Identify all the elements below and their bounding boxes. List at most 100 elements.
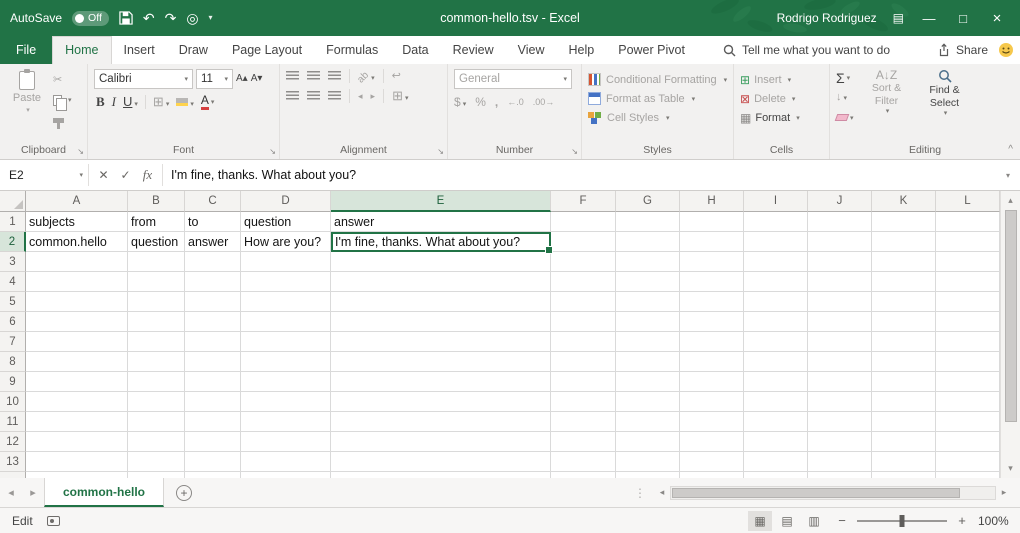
quick-access-chevron-icon[interactable]: ▾ <box>209 14 213 22</box>
cancel-entry-button[interactable]: ✕ <box>94 168 113 182</box>
column-header-f[interactable]: F <box>551 191 616 212</box>
underline-button[interactable]: U▾ <box>123 94 138 109</box>
grid-cell[interactable] <box>808 452 872 472</box>
tab-view[interactable]: View <box>506 36 557 64</box>
grid-cell[interactable] <box>808 292 872 312</box>
grid-cell[interactable] <box>241 252 331 272</box>
scroll-right-icon[interactable]: ▸ <box>996 487 1012 498</box>
grid-cell[interactable]: to <box>185 212 241 232</box>
font-size-select[interactable]: 11▾ <box>196 69 233 89</box>
font-dialog-launcher-icon[interactable]: ↘ <box>269 148 276 156</box>
grid-cell[interactable] <box>936 372 1000 392</box>
grid-cell[interactable] <box>680 452 744 472</box>
grid-cell[interactable] <box>616 292 680 312</box>
grid-cell[interactable] <box>551 412 616 432</box>
grid-cell[interactable] <box>808 352 872 372</box>
save-icon[interactable] <box>119 11 133 25</box>
zoom-level[interactable]: 100% <box>978 514 1020 528</box>
name-box[interactable]: E2 ▾ <box>0 160 88 190</box>
grid-cell[interactable] <box>128 312 185 332</box>
increase-decimal-icon[interactable]: ←.0 <box>507 97 524 107</box>
grid-cell[interactable] <box>26 352 128 372</box>
column-header-l[interactable]: L <box>936 191 1000 212</box>
zoom-in-button[interactable]: + <box>956 513 968 528</box>
align-middle-icon[interactable] <box>307 71 320 81</box>
horizontal-scrollbar-thumb[interactable] <box>672 488 960 498</box>
copy-button[interactable]: ▾ <box>51 92 74 108</box>
grid-cell[interactable] <box>680 392 744 412</box>
macro-record-icon[interactable] <box>47 516 60 526</box>
clear-button[interactable]: ▾ <box>836 109 854 126</box>
number-dialog-launcher-icon[interactable]: ↘ <box>571 148 578 156</box>
grid-cell[interactable] <box>744 332 808 352</box>
scroll-down-icon[interactable]: ▾ <box>1008 462 1013 475</box>
grid-cell[interactable] <box>872 272 936 292</box>
italic-button[interactable]: I <box>112 94 116 110</box>
grid-cell[interactable] <box>551 292 616 312</box>
alignment-dialog-launcher-icon[interactable]: ↘ <box>437 148 444 156</box>
grid-cell[interactable] <box>185 352 241 372</box>
grid-cell[interactable]: from <box>128 212 185 232</box>
grid-cell[interactable] <box>26 432 128 452</box>
grid-cell[interactable] <box>808 332 872 352</box>
grid-cell[interactable] <box>551 372 616 392</box>
grid-cell[interactable] <box>616 432 680 452</box>
tab-page-layout[interactable]: Page Layout <box>220 36 314 64</box>
grid-cell[interactable] <box>551 452 616 472</box>
grid-cell[interactable] <box>872 392 936 412</box>
grid-cell[interactable]: answer <box>331 212 551 232</box>
undo-icon[interactable]: ↶ <box>143 11 155 25</box>
grid-cell[interactable] <box>128 392 185 412</box>
grid-cell[interactable] <box>185 432 241 452</box>
tab-draw[interactable]: Draw <box>167 36 220 64</box>
tab-file[interactable]: File <box>0 36 52 64</box>
grid-cell[interactable] <box>808 392 872 412</box>
enter-entry-button[interactable]: ✓ <box>116 168 135 182</box>
grid-cell[interactable] <box>744 352 808 372</box>
grid-cell[interactable] <box>551 272 616 292</box>
grid-cell[interactable] <box>936 212 1000 232</box>
row-header-selected[interactable]: 2 <box>0 232 26 252</box>
user-name[interactable]: Rodrigo Rodriguez <box>777 11 877 25</box>
grid-cell[interactable] <box>936 272 1000 292</box>
grid-cell[interactable] <box>744 432 808 452</box>
tell-me-box[interactable]: Tell me what you want to do <box>723 36 890 64</box>
row-header[interactable]: 7 <box>0 332 26 352</box>
fill-color-button[interactable]: ▾ <box>176 95 194 109</box>
selected-cell[interactable]: I'm fine, thanks. What about you? <box>331 232 551 252</box>
row-header[interactable]: 8 <box>0 352 26 372</box>
touch-mode-icon[interactable]: ◎ <box>186 11 198 25</box>
grid-cell[interactable] <box>26 252 128 272</box>
grid-cell[interactable] <box>808 312 872 332</box>
grid-cell[interactable] <box>185 392 241 412</box>
row-header[interactable]: 12 <box>0 432 26 452</box>
comma-style-button[interactable]: , <box>495 95 498 109</box>
grid-cell[interactable]: answer <box>185 232 241 252</box>
grid-cell[interactable] <box>616 332 680 352</box>
row-header[interactable]: 10 <box>0 392 26 412</box>
column-header-j[interactable]: J <box>808 191 872 212</box>
grid-cell[interactable] <box>808 212 872 232</box>
minimize-button[interactable]: — <box>920 11 938 26</box>
column-header-d[interactable]: D <box>241 191 331 212</box>
grid-cell[interactable] <box>551 332 616 352</box>
grid-cell[interactable] <box>936 452 1000 472</box>
grid-cell[interactable] <box>185 252 241 272</box>
zoom-out-button[interactable]: − <box>836 513 848 528</box>
grid-cell[interactable] <box>26 392 128 412</box>
autosave-toggle[interactable]: Off <box>72 11 109 26</box>
grid-cell[interactable] <box>331 352 551 372</box>
grid-cell[interactable] <box>128 452 185 472</box>
column-header-i[interactable]: I <box>744 191 808 212</box>
grid-cell[interactable] <box>128 272 185 292</box>
grid-cell[interactable] <box>128 292 185 312</box>
grid-cell[interactable] <box>680 272 744 292</box>
percent-style-button[interactable]: % <box>475 95 486 109</box>
grid-cell[interactable] <box>331 292 551 312</box>
grid-cell[interactable] <box>331 272 551 292</box>
grid-cell[interactable] <box>616 312 680 332</box>
grid-cell[interactable] <box>616 392 680 412</box>
grid-cell[interactable] <box>185 292 241 312</box>
grid-cell[interactable] <box>551 252 616 272</box>
tab-scrollbar-splitter[interactable]: ⋮ <box>626 486 654 500</box>
